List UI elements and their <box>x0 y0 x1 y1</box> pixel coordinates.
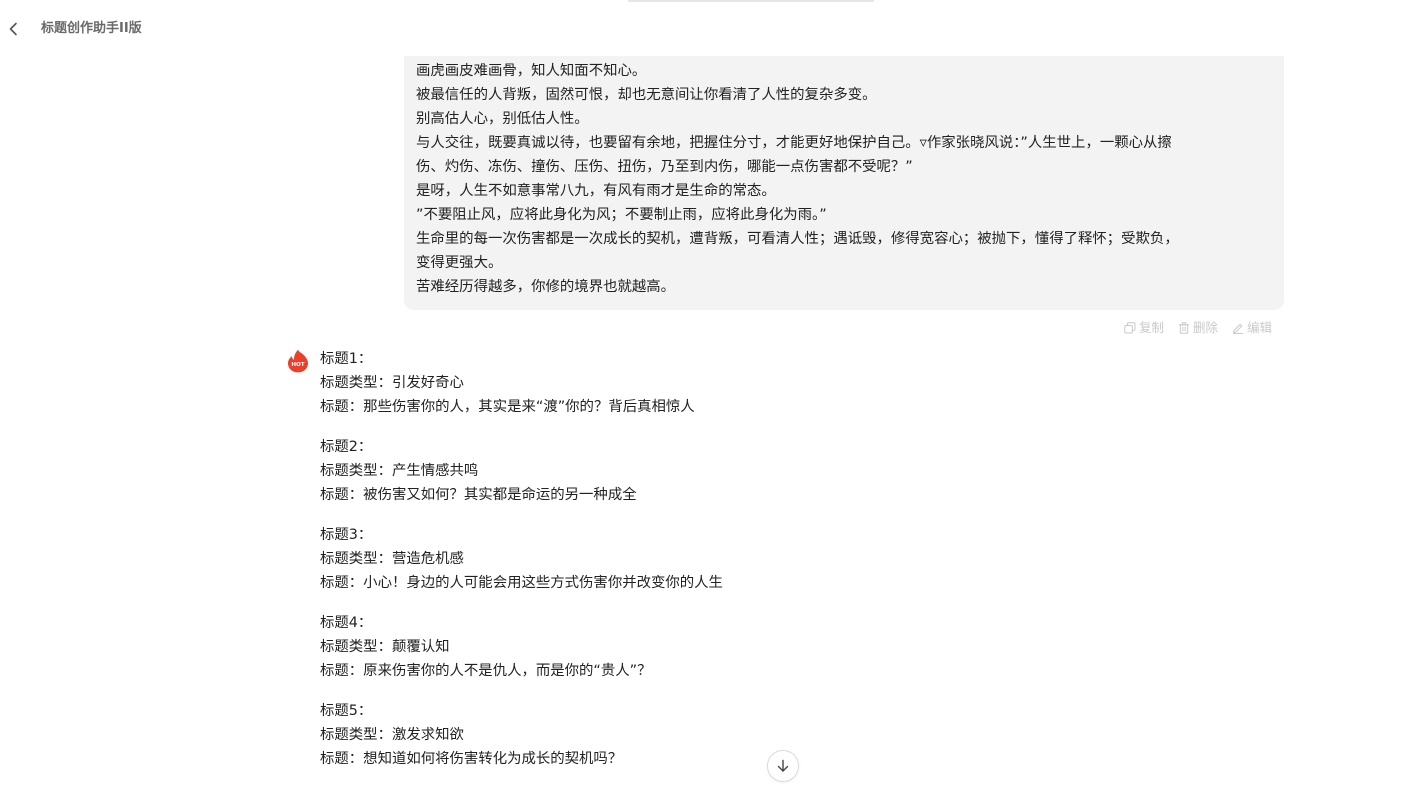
trash-icon <box>1178 322 1189 334</box>
title-text: 标题：小心！身边的人可能会用这些方式伤害你并改变你的人生 <box>320 575 723 591</box>
chevron-left-icon <box>9 22 17 36</box>
copy-label: 复制 <box>1138 320 1164 335</box>
title-suggestion: 标题3： 标题类型：营造危机感 标题：小心！身边的人可能会用这些方式伤害你并改变… <box>320 523 1220 595</box>
title-suggestion: 标题1： 标题类型：引发好奇心 标题：那些伤害你的人，其实是来“渡”你的？背后真… <box>320 347 1220 419</box>
user-message-line: 被最信任的人背叛，固然可恨，却也无意间让你看清了人性的复杂多变。 <box>416 87 877 103</box>
user-message-line: ”不要阻止风，应将此身化为风；不要制止雨，应将此身化为雨。” <box>416 207 827 223</box>
title-text: 标题：原来伤害你的人不是仇人，而是你的“贵人”？ <box>320 663 652 679</box>
copy-icon <box>1124 322 1136 334</box>
copy-button[interactable]: 复制 <box>1124 319 1164 337</box>
delete-label: 删除 <box>1192 320 1218 335</box>
title-text: 标题：被伤害又如何？其实都是命运的另一种成全 <box>320 487 637 503</box>
title-heading: 标题3： <box>320 527 373 543</box>
title-text: 标题：那些伤害你的人，其实是来“渡”你的？背后真相惊人 <box>320 399 695 415</box>
title-type: 标题类型：引发好奇心 <box>320 375 464 391</box>
user-message-line: 别高估人心，别低估人性。 <box>416 111 589 127</box>
delete-button[interactable]: 删除 <box>1178 319 1218 337</box>
user-message-bubble: 画虎画皮难画骨，知人知面不知心。 被最信任的人背叛，固然可恨，却也无意间让你看清… <box>404 56 1284 310</box>
assistant-reply: 标题1： 标题类型：引发好奇心 标题：那些伤害你的人，其实是来“渡”你的？背后真… <box>320 347 1220 787</box>
back-button[interactable] <box>4 19 24 39</box>
edit-button[interactable]: 编辑 <box>1232 319 1272 337</box>
user-message-line: 画虎画皮难画骨，知人知面不知心。 <box>416 63 647 79</box>
header: 标题创作助手II版 <box>0 0 1404 58</box>
user-message-line: 与人交往，既要真诚以待，也要留有余地，把握住分寸，才能更好地保护自己。▿作家张晓… <box>416 135 1172 151</box>
title-suggestion: 标题2： 标题类型：产生情感共鸣 标题：被伤害又如何？其实都是命运的另一种成全 <box>320 435 1220 507</box>
page-title: 标题创作助手II版 <box>41 21 142 36</box>
user-message-line: 生命里的每一次伤害都是一次成长的契机，遭背叛，可看清人性；遇诋毁，修得宽容心；被… <box>416 231 1179 247</box>
title-heading: 标题5： <box>320 703 373 719</box>
user-message-line: 是呀，人生不如意事常八九，有风有雨才是生命的常态。 <box>416 183 776 199</box>
arrow-down-icon <box>777 759 789 772</box>
title-heading: 标题2： <box>320 439 373 455</box>
user-message-line: 伤、灼伤、冻伤、撞伤、压伤、扭伤，乃至到内伤，哪能一点伤害都不受呢？” <box>416 159 913 175</box>
hot-flame-icon: HOT <box>288 349 308 373</box>
title-type: 标题类型：激发求知欲 <box>320 727 464 743</box>
edit-label: 编辑 <box>1246 320 1272 335</box>
message-actions: 复制 删除 编辑 <box>1124 319 1272 337</box>
user-message-line: 苦难经历得越多，你修的境界也就越高。 <box>416 279 676 295</box>
title-type: 标题类型：颠覆认知 <box>320 639 450 655</box>
title-heading: 标题1： <box>320 351 373 367</box>
title-type: 标题类型：营造危机感 <box>320 551 464 567</box>
avatar-label: HOT <box>291 362 304 368</box>
user-message-line: 变得更强大。 <box>416 255 503 271</box>
title-heading: 标题4： <box>320 615 373 631</box>
title-suggestion: 标题4： 标题类型：颠覆认知 标题：原来伤害你的人不是仇人，而是你的“贵人”？ <box>320 611 1220 683</box>
title-type: 标题类型：产生情感共鸣 <box>320 463 479 479</box>
assistant-avatar: HOT <box>287 349 309 373</box>
pencil-icon <box>1232 323 1243 334</box>
scroll-to-bottom-button[interactable] <box>767 750 799 782</box>
